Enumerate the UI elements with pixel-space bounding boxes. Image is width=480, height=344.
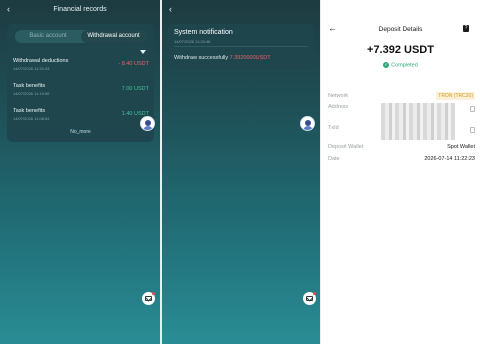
check-circle-icon: ✓ [383,62,390,68]
record-amount: 7.00 USDT [121,86,149,92]
notification-date: 14/07/2026 11:20:46 [174,39,211,44]
back-arrow-icon[interactable]: ‹ [169,5,172,14]
network-badge: TRON (TRC20) [436,92,475,100]
copy-icon[interactable] [470,127,475,133]
page-title: Deposit Details [378,26,423,33]
deposit-amount: +7.392 USDT [367,44,434,56]
txid-value-redacted [381,116,455,140]
list-item[interactable]: Task benefits 14/07/2026 11:19:50 7.00 U… [13,83,149,103]
help-book-icon[interactable]: ? [463,25,469,32]
address-label: Address [328,104,349,110]
notification-screen: ‹ System notification 14/07/2026 11:20:4… [162,0,320,344]
notification-title: System notification [174,29,233,36]
record-amount: - 8.40 USDT [118,61,149,67]
account-tabs: Basic account Withdrawal account [15,30,146,43]
support-avatar-icon[interactable] [300,116,315,131]
mail-icon[interactable] [142,292,155,305]
record-name: Task benefits [13,108,46,114]
support-avatar-icon[interactable] [140,116,155,131]
date-label: Date [328,156,340,162]
notification-card[interactable]: System notification 14/07/2026 11:20:46 … [168,24,314,70]
records-card: Basic account Withdrawal account Withdra… [7,24,154,142]
copy-icon[interactable] [470,106,475,112]
deposit-wallet-label: Deposit Wallet [328,144,364,150]
deposit-details-screen: ← Deposit Details ? +7.392 USDT ✓ Complet… [321,0,480,344]
record-name: Withdrawal deductions [13,58,69,64]
record-date: 14/07/2026 11:19:50 [13,91,50,96]
top-bar: ‹ [162,0,320,20]
list-item[interactable]: Task benefits 14/07/2026 11:08:04 1.40 U… [13,108,149,128]
mail-icon[interactable] [303,292,316,305]
record-date: 14/07/2026 11:20:43 [13,66,50,71]
tab-basic-account[interactable]: Basic account [15,30,81,43]
divider [174,46,308,47]
caret-down-icon[interactable] [140,50,146,54]
notification-message: Withdraw successfully 7.3920000USDT [174,55,271,61]
top-bar: ‹ Financial records [0,0,160,20]
network-label: Network [328,93,349,99]
list-item[interactable]: Withdrawal deductions 14/07/2026 11:20:4… [13,58,149,78]
screenshot-collage: ‹ Financial records Basic account Withdr… [0,0,480,344]
status-badge: ✓ Completed [383,62,418,69]
deposit-wallet-value: Spot Wallet [447,144,475,150]
date-value: 2026-07-14 11:22:23 [424,156,475,162]
no-more-label: No_more [70,129,91,135]
financial-records-screen: ‹ Financial records Basic account Withdr… [0,0,160,344]
record-date: 14/07/2026 11:08:04 [13,116,50,121]
txid-label: TxId [328,125,339,131]
page-title: Financial records [53,6,107,13]
tab-withdrawal-account[interactable]: Withdrawal account [81,30,146,43]
record-name: Task benefits [13,83,46,89]
notification-amount: 7.3920000USDT [229,55,271,61]
